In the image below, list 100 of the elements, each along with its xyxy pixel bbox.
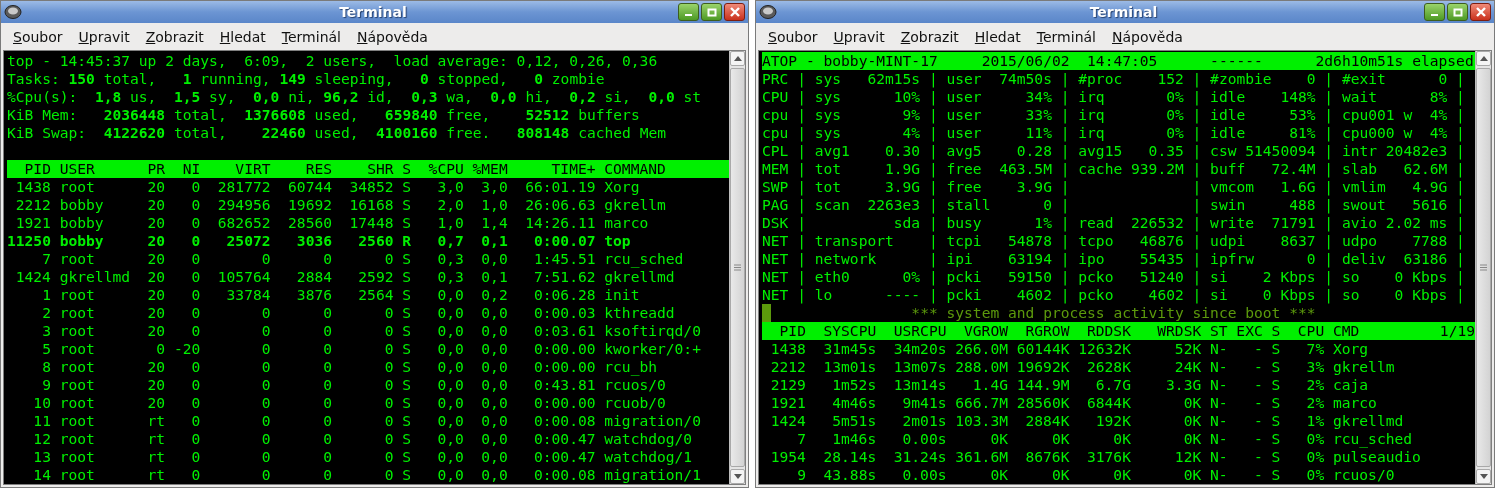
table-cell: 60144K xyxy=(1016,340,1070,358)
minimize-button[interactable] xyxy=(678,3,699,21)
table-cell-text: 0K xyxy=(989,466,1008,484)
table-cell-text: 0 xyxy=(322,412,332,430)
terminal-line: top - 14:45:37 up 2 days, 6:09, 2 users, load average: 0,12, 0,26, 0,36 xyxy=(7,52,659,70)
maximize-button[interactable] xyxy=(701,3,722,21)
table-cell-text: 0 xyxy=(383,430,394,448)
table-cell-text: 0:03.61 xyxy=(533,322,596,340)
table-cell-text: 1438 xyxy=(14,178,51,196)
table-cell-text: root xyxy=(59,322,96,340)
table-cell-text: 192K xyxy=(1094,412,1131,430)
menu-item[interactable]: Hledat xyxy=(966,25,1029,48)
table-cell-text: 0% xyxy=(1305,466,1325,484)
table-cell-text: 0 xyxy=(190,268,201,286)
table-cell-text: 0 xyxy=(383,394,394,412)
table-cell-text: 0K xyxy=(1182,394,1202,412)
scroll-down-button[interactable] xyxy=(1476,469,1491,484)
menu-item[interactable]: Upravit xyxy=(825,25,893,48)
scroll-down-button[interactable] xyxy=(730,469,745,484)
table-cell-text: 0 xyxy=(190,430,201,448)
table-cell-text: 0 xyxy=(190,178,201,196)
table-cell-text: 31m45s xyxy=(822,340,877,358)
table-cell-text: migration/0 xyxy=(604,412,702,430)
up-arrow-icon xyxy=(1479,56,1488,61)
table-cell: S xyxy=(402,466,412,484)
column-header: COMMAND xyxy=(604,160,667,178)
menu-item[interactable]: Terminál xyxy=(273,25,349,48)
close-button[interactable] xyxy=(1470,3,1491,21)
table-cell-text: 0 xyxy=(190,322,201,340)
table-cell-text: 1.4G xyxy=(971,376,1008,394)
table-cell-text: 0,0 xyxy=(436,448,464,466)
table-cell: S xyxy=(402,448,412,466)
app-icon[interactable] xyxy=(4,4,22,20)
table-cell: 144.9M xyxy=(1016,376,1070,394)
table-cell-text: 34852 xyxy=(348,178,394,196)
table-cell-text: watchdog/0 xyxy=(604,430,694,448)
menu-item[interactable]: Soubor xyxy=(5,25,71,48)
grip-icon xyxy=(734,264,741,271)
menu-item[interactable]: Nápověda xyxy=(349,25,436,48)
table-cell-text: 9 xyxy=(796,466,806,484)
table-cell-text: 0 xyxy=(190,250,201,268)
menu-item[interactable]: Zobrazit xyxy=(892,25,967,48)
maximize-button[interactable] xyxy=(1447,3,1468,21)
column-header: RES xyxy=(304,160,332,178)
column-header: RGROW xyxy=(1024,322,1070,340)
table-cell-text: 0 xyxy=(190,196,201,214)
table-cell: S xyxy=(402,394,412,412)
table-cell-text: 0K xyxy=(1182,466,1202,484)
column-header: %CPU xyxy=(427,160,464,178)
column-header: WRDSK xyxy=(1156,322,1202,340)
table-cell-text: 0 xyxy=(322,358,332,376)
table-cell-text: 281772 xyxy=(216,178,271,196)
app-icon[interactable] xyxy=(759,4,777,20)
table-cell-text: 28.14s xyxy=(822,448,877,466)
table-cell-text: 0,0 xyxy=(480,340,508,358)
table-cell-text: 7 xyxy=(796,430,806,448)
table-cell-text: rt xyxy=(146,448,166,466)
table-cell-text: 0,0 xyxy=(480,358,508,376)
table-cell: S xyxy=(402,178,412,196)
minimize-button[interactable] xyxy=(1424,3,1445,21)
table-cell-text: - xyxy=(1252,448,1263,466)
table-cell-text: 0 xyxy=(260,376,271,394)
table-cell-text: 60744 xyxy=(287,178,332,196)
table-cell: N- xyxy=(1210,466,1228,484)
table-cell: S xyxy=(402,196,412,214)
scroll-up-button[interactable] xyxy=(1476,51,1491,66)
table-cell-text: 1438 xyxy=(769,340,806,358)
column-header: CMD xyxy=(1332,322,1361,340)
table-cell-text: 0 xyxy=(322,340,332,358)
menu-item[interactable]: Soubor xyxy=(760,25,826,48)
column-header: ST xyxy=(1210,322,1228,340)
table-cell-text: 66:01.19 xyxy=(524,178,596,196)
table-cell-text: 0 xyxy=(383,250,394,268)
terminal-line: Tasks: 150 total, 1 running, 149 sleeping, 0 stopped, 0 zombie xyxy=(7,70,606,88)
table-cell-text: Xorg xyxy=(604,178,641,196)
table-cell-text: 3,0 xyxy=(480,178,508,196)
table-cell-text: 0.00s xyxy=(901,466,947,484)
table-cell-text: 1m52s xyxy=(831,376,877,394)
table-cell-text: 0 xyxy=(190,448,201,466)
menu-item[interactable]: Hledat xyxy=(211,25,274,48)
table-cell-text: - xyxy=(1252,412,1263,430)
table-cell-text: root xyxy=(59,376,96,394)
menu-item[interactable]: Zobrazit xyxy=(137,25,212,48)
table-cell-text: 16168 xyxy=(348,196,394,214)
close-button[interactable] xyxy=(724,3,745,21)
table-cell: S xyxy=(1271,340,1281,358)
scroll-up-button[interactable] xyxy=(730,51,745,66)
table-cell-text: 25072 xyxy=(225,232,271,250)
table-cell-text: 20 xyxy=(146,394,166,412)
table-cell: 11250 xyxy=(7,232,51,250)
menu-item[interactable]: Nápověda xyxy=(1104,25,1191,48)
column-header: SHR xyxy=(366,160,394,178)
menu-item[interactable]: Upravit xyxy=(70,25,138,48)
table-cell-text: 0,0 xyxy=(436,394,464,412)
table-cell-text: 0 xyxy=(190,376,201,394)
menu-item[interactable]: Terminál xyxy=(1028,25,1104,48)
table-cell-text: 2 xyxy=(41,304,51,322)
table-cell-text: 33784 xyxy=(225,286,271,304)
table-cell-text: 0 xyxy=(322,466,332,484)
table-cell-text: 0 xyxy=(190,304,201,322)
